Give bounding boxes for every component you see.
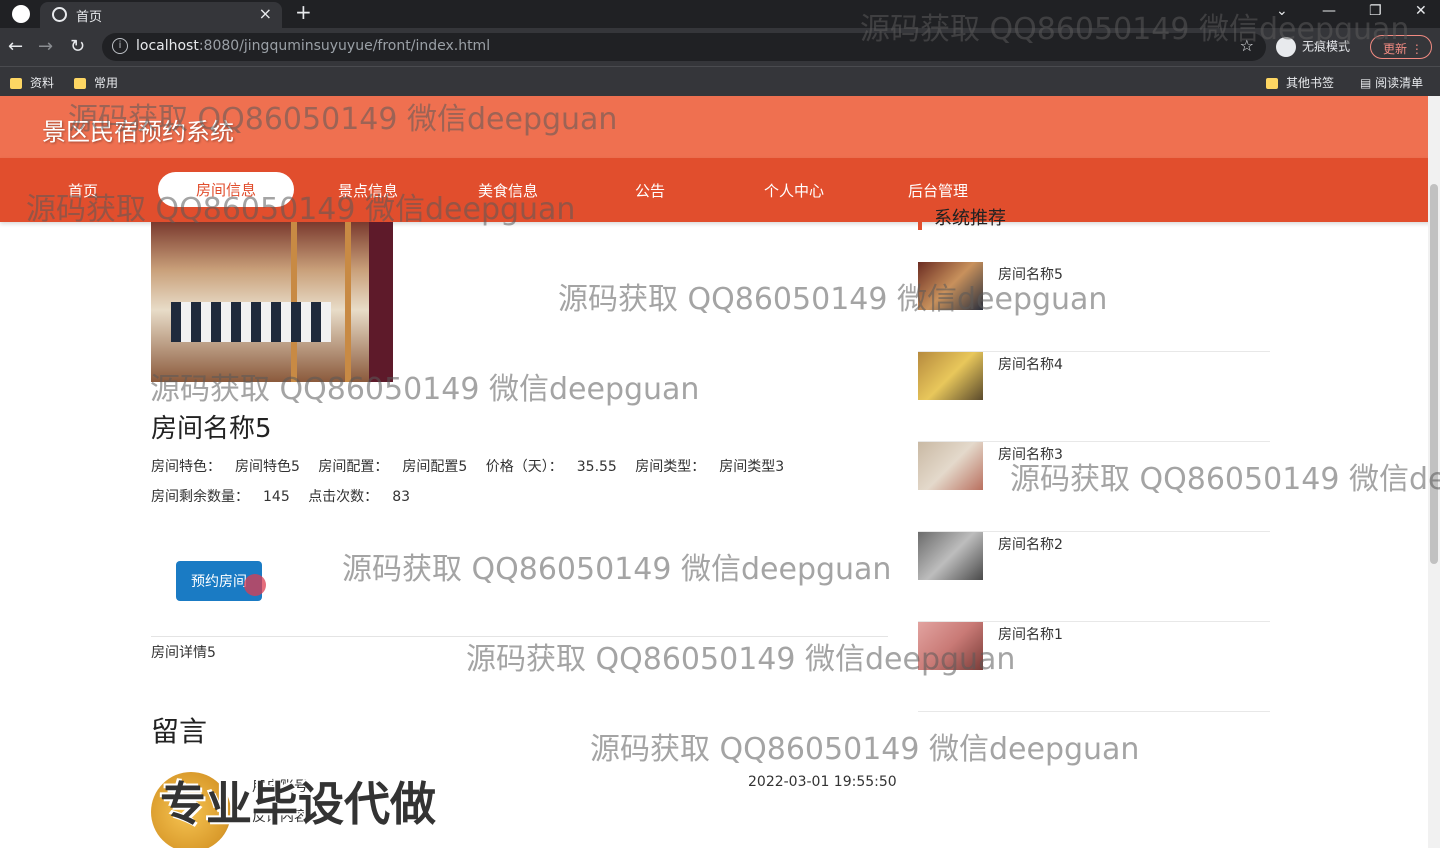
type-label: 房间类型： (635, 459, 706, 475)
tab-title: 首页 (76, 10, 103, 25)
room-attributes: 房间特色： 房间特色5 房间配置： 房间配置5 价格（天）： 35.55 房间类型： 房… (151, 456, 798, 476)
incognito-icon (1276, 37, 1296, 57)
bookmark-folder[interactable]: 常用 (74, 74, 118, 91)
recommend-thumbnail[interactable] (918, 532, 983, 580)
page-content: 景区民宿预约系统 首页 房间信息 景点信息 美食信息 公告 个人中心 后台管理 … (0, 96, 1440, 848)
incognito-indicator[interactable]: 无痕模式 (1276, 37, 1350, 57)
site-title: 景区民宿预约系统 (42, 118, 234, 146)
recommend-label[interactable]: 房间名称4 (998, 354, 1063, 374)
divider (151, 636, 888, 637)
forward-icon[interactable]: → (38, 36, 53, 57)
curtain (369, 222, 393, 382)
folder-icon (74, 78, 86, 89)
nav-announcements[interactable]: 公告 (635, 180, 665, 201)
clicks-value: 83 (392, 489, 411, 505)
bookmark-folder[interactable]: 资料 (10, 74, 54, 91)
price-label: 价格（天）： (485, 459, 563, 475)
folder-icon (10, 78, 22, 89)
mouse-cursor (244, 574, 266, 596)
recommend-item[interactable]: 房间名称1 (918, 622, 1270, 712)
scrollbar-thumb[interactable] (1430, 184, 1438, 564)
room-stats: 房间剩余数量： 145 点击次数： 83 (151, 486, 424, 506)
browser-tab-bar: 首页 × + ⌄ — ❐ ✕ (0, 0, 1440, 28)
minimize-icon[interactable]: — (1322, 3, 1336, 19)
config-value: 房间配置5 (402, 459, 468, 475)
reading-list[interactable]: ▤ 阅读清单 (1360, 74, 1423, 91)
recommend-item[interactable]: 房间名称5 (918, 262, 1270, 352)
recommend-thumbnail[interactable] (918, 442, 983, 490)
recommend-item[interactable]: 房间名称3 (918, 442, 1270, 532)
room-detail: 房间详情5 (151, 645, 216, 661)
message-time: 2022-03-01 19:55:50 (748, 774, 897, 790)
globe-icon (52, 7, 67, 22)
browser-toolbar: ← → ↻ i localhost:8080/jingquminsuyuyue/… (0, 28, 1440, 66)
recommend-label[interactable]: 房间名称2 (998, 534, 1063, 554)
browser-menu-icon[interactable] (12, 5, 30, 23)
browser-tab[interactable]: 首页 × (40, 2, 282, 28)
recommend-label[interactable]: 房间名称3 (998, 444, 1063, 464)
recommend-label[interactable]: 房间名称5 (998, 264, 1063, 284)
remaining-value: 145 (263, 489, 290, 505)
back-icon[interactable]: ← (8, 36, 23, 57)
messages-title: 留言 (151, 715, 208, 748)
address-bar[interactable]: i localhost:8080/jingquminsuyuyue/front/… (102, 33, 1266, 61)
bookmark-star-icon[interactable]: ☆ (1240, 36, 1254, 55)
other-bookmarks[interactable]: 其他书签 (1266, 74, 1334, 91)
scrollbar[interactable] (1428, 96, 1440, 848)
feature-label: 房间特色： (151, 459, 221, 475)
promo-watermark: 专业毕设代做 (160, 777, 436, 831)
nav-rooms[interactable]: 房间信息 (158, 172, 295, 207)
recommend-item[interactable]: 房间名称4 (918, 352, 1270, 442)
room-image (151, 222, 393, 382)
chevron-down-icon[interactable]: ⌄ (1276, 3, 1288, 19)
feature-value: 房间特色5 (235, 459, 300, 475)
nav-food[interactable]: 美食信息 (478, 180, 538, 201)
clicks-label: 点击次数： (308, 489, 379, 505)
recommend-thumbnail[interactable] (918, 262, 983, 310)
nav-attractions[interactable]: 景点信息 (338, 180, 398, 201)
site-header: 景区民宿预约系统 (0, 96, 1440, 158)
recommend-title: 系统推荐 (918, 204, 1006, 230)
config-label: 房间配置： (318, 459, 389, 475)
close-window-icon[interactable]: ✕ (1415, 3, 1427, 19)
bookmarks-bar: 资料 常用 其他书签 ▤ 阅读清单 (0, 66, 1440, 96)
recommend-thumbnail[interactable] (918, 352, 983, 400)
url-text[interactable]: localhost:8080/jingquminsuyuyue/front/in… (136, 38, 490, 54)
price-value: 35.55 (576, 459, 617, 475)
bunk-mattress (171, 302, 331, 342)
nav-admin[interactable]: 后台管理 (908, 180, 968, 201)
update-button[interactable]: 更新 ⋮ (1370, 35, 1432, 59)
main-nav: 首页 房间信息 景点信息 美食信息 公告 个人中心 后台管理 (0, 158, 1440, 222)
folder-icon (1266, 78, 1278, 89)
reload-icon[interactable]: ↻ (70, 36, 85, 57)
tab-close-icon[interactable]: × (259, 4, 272, 23)
type-value: 房间类型3 (719, 459, 785, 475)
remaining-label: 房间剩余数量： (151, 489, 249, 505)
recommend-item[interactable]: 房间名称2 (918, 532, 1270, 622)
room-name: 房间名称5 (151, 414, 272, 444)
new-tab-button[interactable]: + (295, 0, 312, 24)
nav-home[interactable]: 首页 (68, 180, 98, 201)
reading-list-icon: ▤ (1360, 76, 1376, 90)
info-icon[interactable]: i (112, 38, 128, 54)
recommend-label[interactable]: 房间名称1 (998, 624, 1063, 644)
nav-profile[interactable]: 个人中心 (764, 180, 824, 201)
recommend-thumbnail[interactable] (918, 622, 983, 670)
restore-icon[interactable]: ❐ (1369, 3, 1382, 19)
